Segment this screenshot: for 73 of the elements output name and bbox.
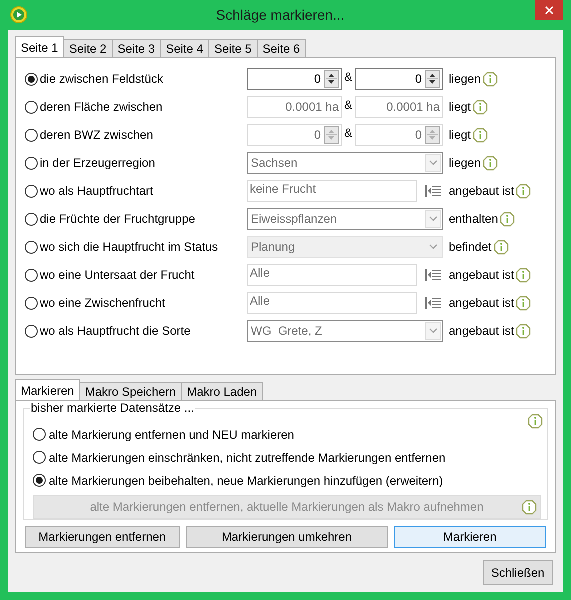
tab[interactable]: Seite 1: [15, 36, 64, 57]
info-icon[interactable]: [500, 212, 516, 226]
tab[interactable]: Seite 4: [160, 39, 210, 57]
chevron-down-icon: [428, 328, 438, 334]
info-icon[interactable]: [516, 296, 532, 310]
radio-button[interactable]: [25, 72, 38, 86]
chevron-down-icon: [428, 160, 438, 166]
action-button[interactable]: Markieren: [394, 526, 546, 548]
tab[interactable]: Makro Laden: [181, 382, 264, 400]
ampersand-label: &: [343, 126, 354, 140]
option-label: alte Markierungen beibehalten, neue Markierungen hinzufügen (erweitern): [49, 474, 444, 488]
info-icon[interactable]: [473, 100, 488, 114]
option-label: wo eine Untersaat der Frucht: [40, 268, 195, 282]
radio-button[interactable]: [33, 428, 46, 441]
info-icon[interactable]: [494, 240, 509, 254]
option-label: wo sich die Hauptfrucht im Status: [40, 240, 218, 254]
option-label: deren BWZ zwischen: [40, 128, 154, 142]
dropdown[interactable]: Eiweisspflanzen: [247, 208, 443, 230]
app-icon: [10, 6, 28, 24]
tab[interactable]: Markieren: [15, 379, 80, 400]
radio-button[interactable]: [33, 474, 46, 487]
spinner-icon[interactable]: [324, 70, 339, 88]
group-title: bisher markierte Datensätze ...: [30, 401, 196, 415]
close-button[interactable]: [535, 0, 563, 20]
window-title: Schläge markieren...: [215, 7, 346, 23]
suffix-label: befindet: [449, 240, 492, 254]
option-label: wo eine Zwischenfrucht: [40, 296, 166, 310]
suffix-label: liegt: [449, 100, 472, 114]
info-icon[interactable]: [473, 128, 488, 142]
dropdown[interactable]: Sachsen: [247, 152, 443, 174]
option-label: alte Markierungen einschränken, nicht zutreffende Markierungen entfernen: [49, 450, 446, 464]
action-button[interactable]: Markierungen umkehren: [186, 526, 388, 548]
suffix-label: angebaut ist: [449, 296, 514, 310]
option-label: deren Fläche zwischen: [40, 100, 163, 114]
spinner-icon[interactable]: [425, 70, 440, 88]
chevron-down-icon: [428, 216, 438, 222]
tab[interactable]: Makro Speichern: [79, 382, 182, 400]
suffix-label: liegen: [449, 72, 482, 86]
ampersand-label: &: [343, 70, 354, 84]
number-field[interactable]: 0: [247, 68, 342, 90]
option-label: wo als Hauptfrucht die Sorte: [40, 324, 191, 338]
option-label: die Früchte der Fruchtgruppe: [40, 212, 196, 226]
info-icon[interactable]: [483, 156, 498, 170]
option-label: die zwischen Feldstück: [40, 72, 164, 86]
suffix-label: angebaut ist: [449, 268, 514, 282]
tab[interactable]: Seite 5: [208, 39, 258, 57]
radio-button[interactable]: [33, 451, 46, 464]
option-label: alte Markierung entfernen und NEU markieren: [49, 428, 294, 442]
info-icon[interactable]: [516, 184, 532, 198]
info-icon[interactable]: [516, 324, 532, 338]
close-dialog-button[interactable]: Schließen: [483, 560, 553, 585]
radio-button[interactable]: [25, 156, 38, 170]
close-icon: [544, 6, 554, 14]
suffix-label: liegt: [449, 128, 472, 142]
option-label: wo als Hauptfruchtart: [40, 184, 154, 198]
action-button[interactable]: Markierungen entfernen: [25, 526, 180, 548]
option-label: in der Erzeugerregion: [40, 156, 156, 170]
radio-button[interactable]: [25, 324, 38, 338]
dropdown[interactable]: WG Grete, Z: [247, 320, 443, 342]
suffix-label: liegen: [449, 156, 482, 170]
suffix-label: angebaut ist: [449, 184, 514, 198]
radio-button[interactable]: [25, 212, 38, 226]
suffix-label: angebaut ist: [449, 324, 514, 338]
info-icon[interactable]: [516, 268, 532, 282]
tab[interactable]: Seite 3: [112, 39, 162, 57]
chevron-down-icon: [428, 244, 438, 250]
ampersand-label: &: [343, 98, 354, 112]
suffix-label: enthalten: [449, 212, 498, 226]
info-icon[interactable]: [483, 72, 498, 86]
tab[interactable]: Seite 2: [63, 39, 113, 57]
info-icon[interactable]: [528, 414, 543, 429]
number-field[interactable]: 0: [355, 68, 443, 90]
tab[interactable]: Seite 6: [256, 39, 306, 57]
